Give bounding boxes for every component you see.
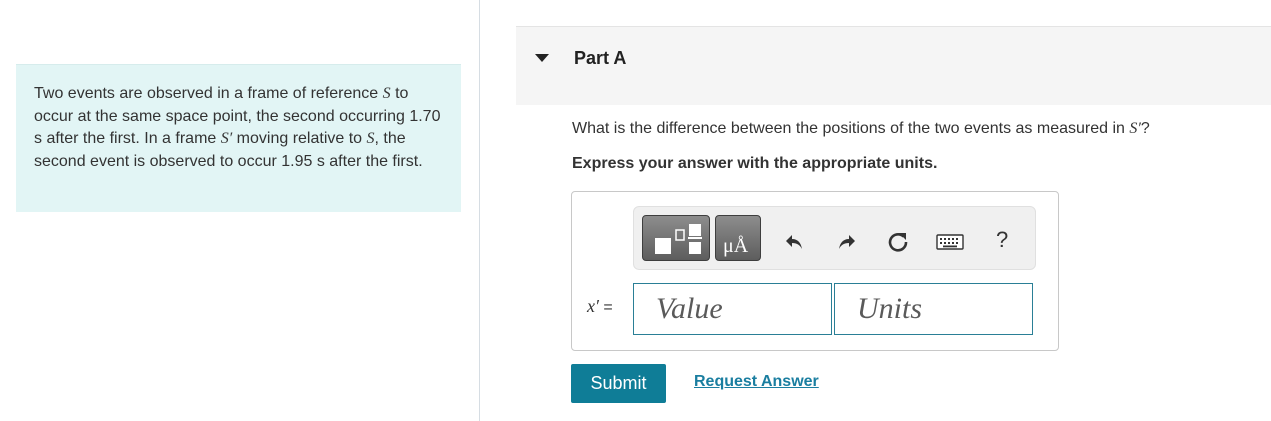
problem-statement: Two events are observed in a frame of re… [16,64,461,212]
units-icon: μÅ [723,235,749,257]
templates-button[interactable] [642,215,710,261]
help-icon[interactable]: ? [996,227,1008,253]
collapse-caret-icon[interactable] [535,54,549,62]
symbol-s: S [382,85,391,102]
reset-icon [888,233,908,252]
answer-instruction: Express your answer with the appropriate… [572,155,938,172]
submit-button[interactable]: Submit [571,364,666,403]
templates-icon [655,224,702,254]
answer-card: μÅ ? x′ = Value Units [571,191,1059,351]
part-title: Part A [574,48,627,68]
symbol-s-prime: S′ [220,130,233,147]
redo-button[interactable] [833,229,859,255]
units-button[interactable]: μÅ [715,215,761,261]
question-symbol: S′ [1129,120,1141,137]
undo-button[interactable] [782,229,808,255]
part-header[interactable]: Part A [516,26,1271,105]
problem-text-3: moving relative to [232,130,367,147]
keyboard-button[interactable] [935,229,965,255]
reset-button[interactable] [885,229,911,255]
answer-variable: x′ [587,296,599,316]
answer-variable-label: x′ = [587,296,613,317]
problem-text-1: Two events are observed in a frame of re… [34,85,383,102]
keyboard-icon [936,234,964,250]
equals-sign: = [598,299,613,316]
value-input[interactable] [633,283,832,335]
column-divider [479,0,480,421]
question-body: What is the difference between the posit… [572,120,1130,137]
units-input[interactable] [834,283,1033,335]
request-answer-link[interactable]: Request Answer [694,373,819,391]
symbol-s-2: S [366,130,375,147]
question-suffix: ? [1140,120,1150,137]
redo-icon [839,235,855,249]
question-text: What is the difference between the posit… [572,120,1150,138]
undo-icon [786,235,802,249]
math-toolbar: μÅ ? [633,206,1036,270]
